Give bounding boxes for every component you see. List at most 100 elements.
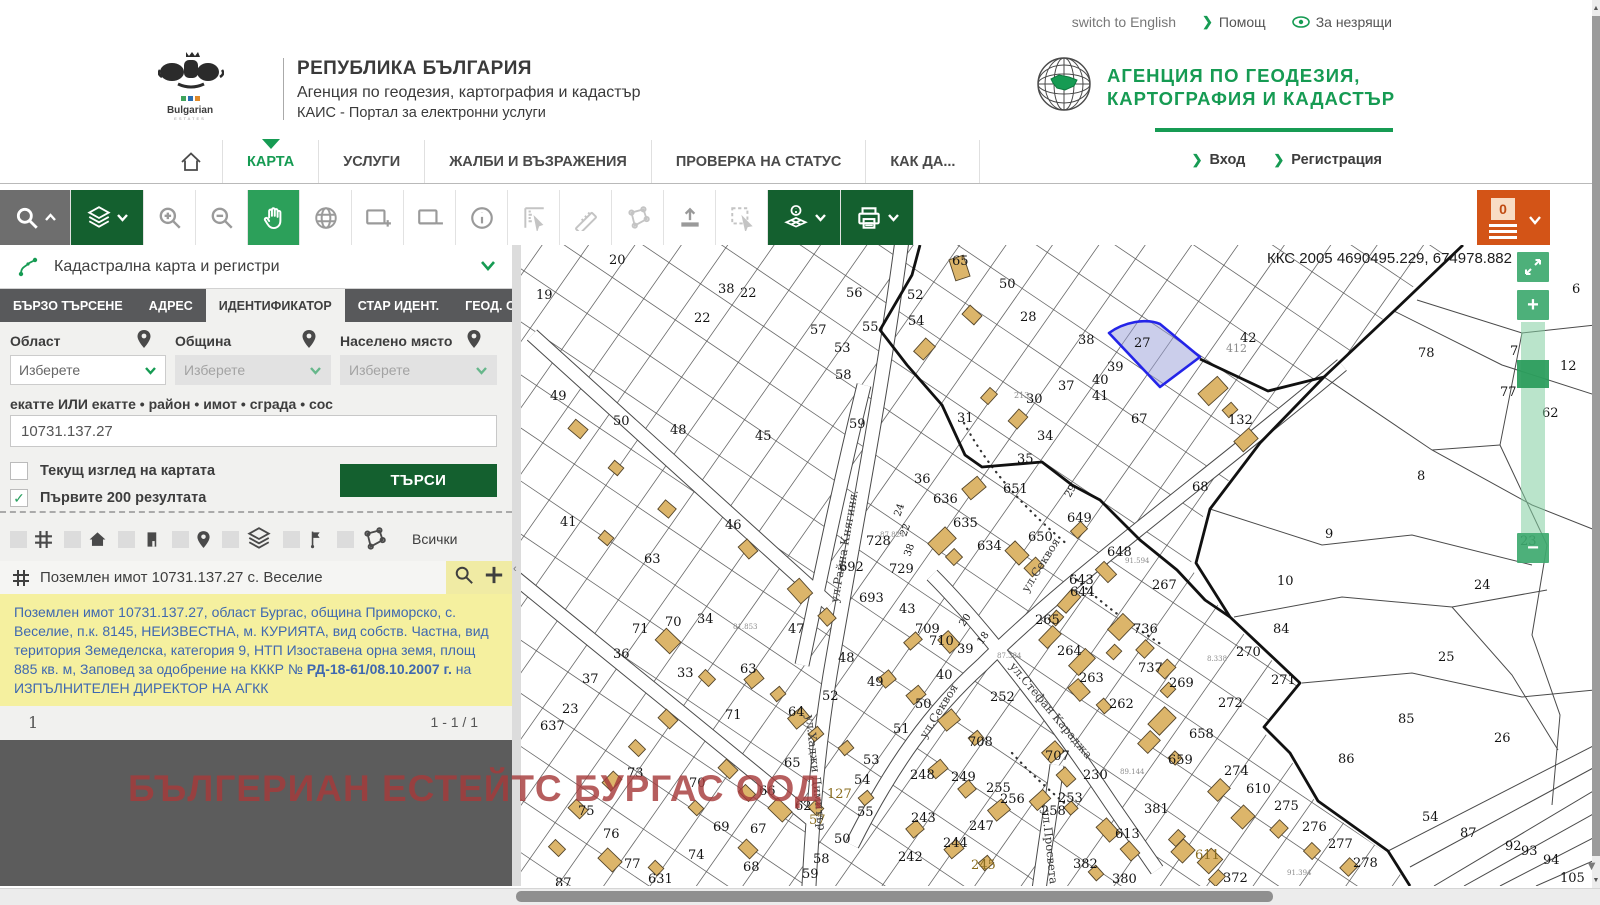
svg-text:91.394: 91.394 [1287,869,1312,877]
svg-text:54: 54 [908,314,925,329]
cadastral-map[interactable]: 2065193822565250225428575553382742397875… [521,245,1592,886]
svg-text:49: 49 [867,675,884,690]
filter-checkbox-layers[interactable] [222,531,239,548]
tab-uslugi[interactable]: УСЛУГИ [318,140,424,183]
help-link[interactable]: ❯ Помощ [1202,14,1266,30]
zoom-slider-track[interactable] [1521,322,1545,533]
page-number[interactable]: 1 [28,713,38,732]
toolbar-button-pan-tool[interactable] [248,190,300,245]
svg-text:708: 708 [968,735,993,750]
result-row[interactable]: Поземлен имот 10731.137.27 с. Веселие [0,561,512,595]
svg-text:46: 46 [725,518,742,533]
chevron-right-icon: ❯ [1202,14,1213,30]
current-view-checkbox[interactable] [10,462,28,480]
zoom-to-result-icon[interactable] [454,565,474,590]
filter-checkbox-flag[interactable] [283,531,300,548]
home-button[interactable] [160,140,222,183]
cart-button[interactable]: 0 [1477,190,1550,245]
result-type-filters: Всички [10,527,457,551]
toolbar-button-measure-distance-tool[interactable] [560,190,612,245]
svg-text:51: 51 [893,722,910,737]
svg-text:48: 48 [838,651,855,666]
svg-text:8.338: 8.338 [1207,655,1227,663]
toolbar-button-globe-tool[interactable] [300,190,352,245]
filter-checkbox-grid[interactable] [10,531,27,548]
tab-zhalbi[interactable]: ЖАЛБИ И ВЪЗРАЖЕНИЯ [424,140,651,183]
scroll-up-icon[interactable]: ▲ [1592,2,1600,16]
svg-text:38: 38 [902,542,917,558]
svg-text:644: 644 [1070,585,1095,600]
zoom-slider-handle[interactable] [1517,360,1549,388]
tab-star-ident[interactable]: СТАР ИДЕНТ. [345,289,452,322]
naseleno-select[interactable]: Изберете [340,355,497,385]
identifier-input[interactable] [10,415,497,447]
svg-text:729: 729 [889,562,914,577]
house-icon [88,530,107,549]
obshtina-select[interactable]: Изберете [175,355,331,385]
zoom-in-button[interactable]: + [1517,290,1549,320]
toolbar-button-zoom-in-tool[interactable] [144,190,196,245]
oblast-select[interactable]: Изберете [10,355,166,385]
tab-proverka[interactable]: ПРОВЕРКА НА СТАТУС [651,140,865,183]
search-button[interactable]: ТЪРСИ [340,464,497,497]
svg-text:50: 50 [613,414,630,429]
toolbar-button-zoom-rect-out-tool[interactable] [404,190,456,245]
svg-text:63: 63 [740,662,757,677]
svg-text:94: 94 [1543,853,1560,868]
cart-count-badge: 0 [1491,198,1515,220]
scroll-down-arrow-icon[interactable]: ▼ [1585,858,1598,873]
polygon-icon [361,526,387,552]
svg-text:24: 24 [1474,578,1491,593]
svg-text:9: 9 [1325,527,1333,542]
pagination: 1 1 - 1 / 1 [0,706,512,740]
selected-parcel-27[interactable] [1109,321,1200,387]
filter-checkbox-polygon[interactable] [337,531,354,548]
register-link[interactable]: ❯ Регистрация [1273,152,1382,168]
tab-karta[interactable]: КАРТА [222,140,318,183]
vertical-scrollbar-thumb[interactable] [1592,16,1600,856]
svg-text:55: 55 [862,320,879,335]
scroll-down-icon[interactable]: ▼ [1592,874,1600,888]
toolbar-button-select-tool[interactable] [716,190,768,245]
fullscreen-button[interactable] [1517,252,1549,282]
svg-text:85: 85 [1398,712,1415,727]
tab-barzo-tarsene[interactable]: БЪРЗО ТЪРСЕНЕ [0,289,136,322]
svg-text:78: 78 [1418,346,1435,361]
svg-text:277: 277 [1328,837,1353,852]
login-link[interactable]: ❯ Вход [1192,152,1246,168]
zoom-out-button[interactable]: − [1517,533,1549,563]
svg-text:84: 84 [1273,622,1290,637]
bulgarian-estates-logo: Bulgarian ESTATES [160,88,220,121]
switch-language-link[interactable]: switch to English [1072,14,1176,30]
tab-kak-da[interactable]: КАК ДА... [865,140,980,183]
tab-identifikator[interactable]: ИДЕНТИФИКАТОР [206,289,345,322]
svg-text:37: 37 [1058,379,1075,394]
add-result-icon[interactable] [484,565,504,590]
first200-checkbox[interactable]: ✓ [10,489,28,507]
horizontal-scrollbar-thumb[interactable] [516,891,1273,902]
tab-adres[interactable]: АДРЕС [136,289,206,322]
route-icon [16,255,40,279]
svg-text:28: 28 [1020,310,1037,325]
accessibility-link[interactable]: За незрящи [1292,14,1392,30]
toolbar-button-zoom-rect-in-tool[interactable] [352,190,404,245]
svg-text:58: 58 [813,852,830,867]
toolbar-button-info-tool[interactable] [456,190,508,245]
layers-icon [246,526,272,552]
toolbar-button-measure-coords-tool[interactable] [508,190,560,245]
toolbar-button-print-tool[interactable] [841,190,914,245]
filter-checkbox-house[interactable] [64,531,81,548]
panel-collapse-handle[interactable]: ‹ [512,245,521,886]
panel-header[interactable]: Кадастрална карта и регистри [0,245,512,289]
toolbar-button-zoom-out-tool[interactable] [196,190,248,245]
filter-checkbox-building[interactable] [118,531,135,548]
filter-checkbox-pin[interactable] [172,531,189,548]
agency-name-line1: АГЕНЦИЯ ПО ГЕОДЕЗИЯ, [1107,64,1395,87]
toolbar-button-measure-area-tool[interactable] [612,190,664,245]
toolbar-button-layers-tool[interactable] [71,190,144,245]
naseleno-label-row: Населено място [340,333,452,351]
toolbar-button-search-tool[interactable] [0,190,71,245]
toolbar-button-layer-info-tool[interactable] [768,190,841,245]
toolbar-button-upload-tool[interactable] [664,190,716,245]
accessibility-label: За незрящи [1316,14,1392,30]
